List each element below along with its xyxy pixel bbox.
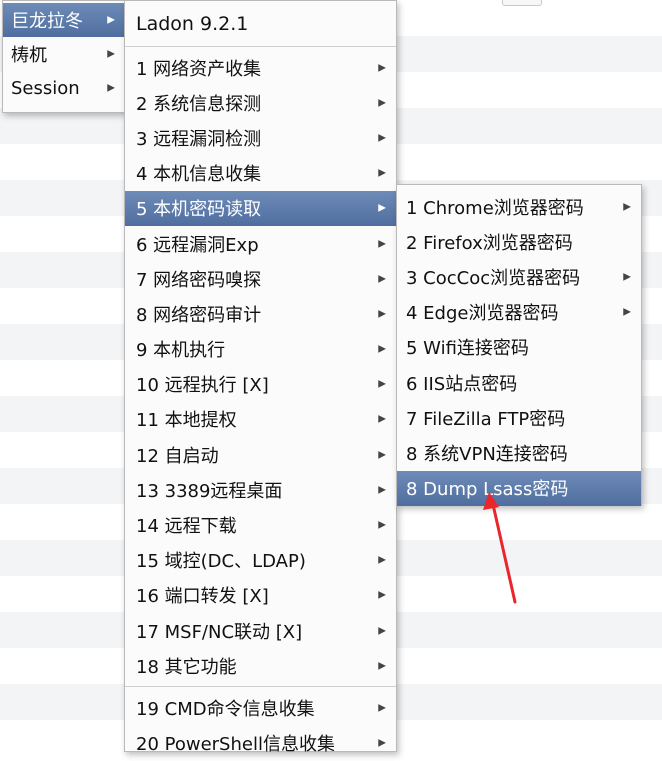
red-arrow-icon xyxy=(483,492,517,604)
